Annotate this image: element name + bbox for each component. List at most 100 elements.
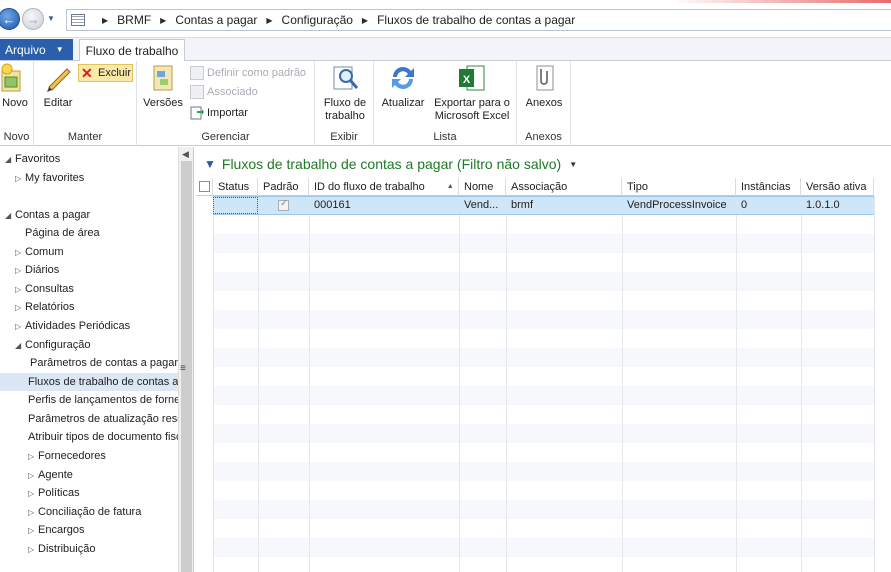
collapsed-arrow-icon[interactable]: ▷: [28, 489, 38, 498]
nav-item[interactable]: Perfis de lançamentos de fornecedor: [0, 391, 178, 409]
nav-item[interactable]: Parâmetros de contas a pagar: [0, 354, 178, 372]
associated-button[interactable]: Associado: [190, 83, 258, 101]
nav-item[interactable]: ◢ Favoritos: [0, 150, 178, 168]
column-header[interactable]: Versão ativa: [801, 178, 874, 196]
sort-ascending-icon[interactable]: ▲: [447, 183, 454, 190]
expanded-arrow-icon[interactable]: ◢: [5, 155, 15, 164]
grid-icon[interactable]: [71, 14, 85, 26]
delete-button[interactable]: ✕ Excluir: [78, 64, 133, 82]
nav-item[interactable]: ▷ Relatórios: [0, 298, 178, 316]
grid-title[interactable]: ▼ Fluxos de trabalho de contas a pagar (…: [204, 156, 577, 172]
attachments-button[interactable]: Anexos: [523, 63, 565, 110]
nav-item[interactable]: ▷ Políticas: [0, 484, 178, 502]
cell-name[interactable]: Vend...: [459, 196, 506, 214]
breadcrumb-module[interactable]: Contas a pagar: [175, 13, 257, 27]
nav-item[interactable]: ▷ Agente: [0, 466, 178, 484]
column-header[interactable]: ID do fluxo de trabalho ▲: [309, 178, 459, 196]
column-divider: [736, 196, 737, 572]
column-header[interactable]: Associação: [506, 178, 622, 196]
breadcrumb[interactable]: ▶ BRMF ▶ Contas a pagar ▶ Configuração ▶…: [66, 9, 891, 31]
expanded-arrow-icon[interactable]: ◢: [5, 211, 15, 220]
collapsed-arrow-icon[interactable]: ▷: [28, 526, 38, 535]
set-default-button[interactable]: Definir como padrão: [190, 64, 306, 82]
nav-scrollbar[interactable]: ◀: [178, 147, 193, 572]
collapsed-arrow-icon[interactable]: ▷: [15, 266, 25, 275]
select-all-header[interactable]: [196, 178, 213, 196]
tab-workflow[interactable]: Fluxo de trabalho: [79, 39, 185, 62]
expanded-arrow-icon[interactable]: ◢: [15, 341, 25, 350]
column-header[interactable]: Status: [213, 178, 258, 196]
collapsed-arrow-icon[interactable]: ▷: [28, 471, 38, 480]
collapsed-arrow-icon[interactable]: ▷: [15, 248, 25, 257]
nav-item-label: Conciliação de fatura: [38, 506, 142, 518]
file-menu-tab[interactable]: Arquivo ▼: [0, 39, 73, 60]
history-dropdown-icon[interactable]: ▼: [47, 14, 55, 23]
splitter-grip-icon[interactable]: ≡: [180, 363, 186, 374]
chevron-down-icon[interactable]: ▼: [569, 160, 577, 169]
nav-item[interactable]: Página de área: [0, 224, 178, 242]
empty-row: [213, 310, 874, 329]
export-excel-button[interactable]: X Exportar para o Microsoft Excel: [432, 63, 512, 123]
export-label-2: Microsoft Excel: [434, 110, 510, 122]
nav-item[interactable]: ▷ Fornecedores: [0, 447, 178, 465]
column-header[interactable]: Nome: [459, 178, 506, 196]
ribbon-group-label: Lista: [433, 131, 457, 143]
nav-item[interactable]: ▷ Conciliação de fatura: [0, 503, 178, 521]
column-header-label: Nome: [464, 180, 494, 193]
nav-item[interactable]: ▷ Consultas: [0, 280, 178, 298]
cell-association[interactable]: brmf: [506, 196, 622, 214]
collapsed-arrow-icon[interactable]: ▷: [15, 322, 25, 331]
workflow-view-label-1: Fluxo de: [323, 97, 367, 109]
column-header[interactable]: Instâncias: [736, 178, 801, 196]
pencil-icon: [47, 68, 71, 92]
nav-item[interactable]: ▷ Distribuição: [0, 540, 178, 558]
cell-instances[interactable]: 0: [736, 196, 801, 214]
nav-item-label: Contas a pagar: [15, 209, 91, 221]
cell-status[interactable]: [213, 197, 258, 214]
collapsed-arrow-icon[interactable]: ▷: [28, 545, 38, 554]
nav-item-label: Relatórios: [25, 301, 75, 313]
nav-item[interactable]: ▷ Atividades Periódicas: [0, 317, 178, 335]
new-button[interactable]: Novo: [0, 63, 32, 110]
nav-item[interactable]: Parâmetros de atualização rescisão: [0, 410, 178, 428]
back-button[interactable]: ←: [0, 8, 20, 30]
workflow-view-button[interactable]: Fluxo de trabalho: [319, 63, 371, 123]
edit-button[interactable]: Editar: [38, 63, 78, 110]
nav-item-label: Atividades Periódicas: [25, 320, 131, 332]
cell-active-version[interactable]: 1.0.1.0: [801, 196, 874, 214]
import-button[interactable]: Importar: [190, 104, 248, 122]
breadcrumb-page[interactable]: Fluxos de trabalho de contas a pagar: [377, 13, 575, 27]
column-header-label: Versão ativa: [806, 180, 867, 193]
cell-default[interactable]: [258, 196, 309, 214]
refresh-button[interactable]: Atualizar: [380, 63, 426, 110]
nav-item[interactable]: Fluxos de trabalho de contas a pagar: [0, 373, 178, 391]
workflow-grid: Status Padrão ID do fluxo de trabalho ▲ Nome…: [196, 178, 891, 572]
nav-item[interactable]: ▷ Comum: [0, 243, 178, 261]
nav-item[interactable]: ◢ Contas a pagar: [0, 206, 178, 224]
cell-id[interactable]: 000161: [309, 196, 459, 214]
collapsed-arrow-icon[interactable]: ▷: [15, 303, 25, 312]
empty-row: [213, 272, 874, 291]
cell-type[interactable]: VendProcessInvoice: [622, 196, 736, 214]
collapse-pane-icon[interactable]: ◀: [182, 149, 189, 160]
select-all-checkbox[interactable]: [199, 181, 210, 192]
breadcrumb-section[interactable]: Configuração: [282, 13, 353, 27]
collapsed-arrow-icon[interactable]: ▷: [28, 452, 38, 461]
breadcrumb-company[interactable]: BRMF: [117, 13, 151, 27]
nav-item[interactable]: ▷ My favorites: [0, 169, 178, 187]
forward-button[interactable]: →: [22, 8, 44, 30]
column-header[interactable]: Padrão: [258, 178, 309, 196]
empty-row: [213, 386, 874, 405]
nav-item[interactable]: ▷ Encargos: [0, 521, 178, 539]
ribbon-group-new: Novo Novo: [0, 61, 34, 146]
collapsed-arrow-icon[interactable]: ▷: [28, 508, 38, 517]
versions-button[interactable]: Versões: [143, 63, 183, 110]
column-header[interactable]: Tipo: [622, 178, 736, 196]
nav-item[interactable]: Atribuir tipos de documento fiscal: [0, 428, 178, 446]
new-button-label: Novo: [2, 97, 28, 109]
collapsed-arrow-icon[interactable]: ▷: [15, 285, 25, 294]
nav-item[interactable]: ▷ Diários: [0, 261, 178, 279]
collapsed-arrow-icon[interactable]: ▷: [15, 174, 25, 183]
import-label: Importar: [207, 107, 248, 119]
nav-item[interactable]: ◢ Configuração: [0, 336, 178, 354]
